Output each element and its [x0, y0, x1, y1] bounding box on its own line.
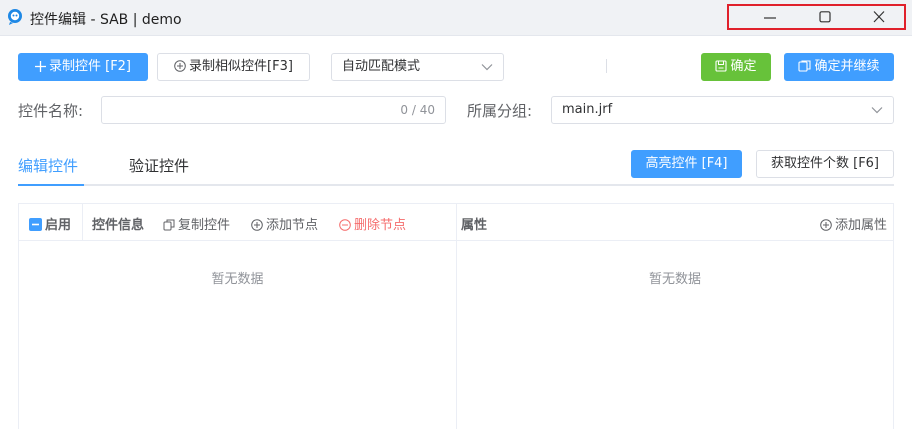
right-empty-text: 暂无数据 [648, 272, 701, 287]
copy-control-label: 复制控件 [178, 218, 231, 233]
maximize-icon [819, 11, 831, 23]
highlight-control-button[interactable]: 高亮控件 [F4] [631, 150, 742, 178]
maximize-button[interactable] [797, 6, 855, 28]
header-divider [82, 204, 83, 240]
tab-verify-control[interactable]: 验证控件 [129, 155, 189, 176]
copy-save-icon [798, 60, 812, 72]
delete-node-button[interactable]: 删除节点 [339, 214, 406, 233]
chevron-down-icon [481, 64, 493, 71]
record-similar-button[interactable]: 录制相似控件[F3] [157, 53, 310, 81]
chevron-down-icon [871, 107, 883, 114]
attributes-title: 属性 [461, 218, 488, 233]
record-similar-label: 录制相似控件[F3] [189, 59, 293, 74]
add-node-button[interactable]: 添加节点 [251, 214, 318, 233]
get-control-count-button[interactable]: 获取控件个数 [F6] [756, 150, 894, 178]
tab-edit-control[interactable]: 编辑控件 [18, 155, 78, 176]
group-select[interactable]: main.jrf [551, 96, 894, 124]
control-info-header: 启用 控件信息 复制控件 添加节点 删除节点 [19, 204, 456, 241]
tab-active-indicator [18, 184, 84, 186]
app-logo-icon [8, 9, 22, 25]
attributes-panel: 属性 添加属性 暂无数据 [456, 203, 894, 429]
group-value: main.jrf [562, 102, 613, 117]
minus-circle-icon [339, 219, 351, 231]
title-bar: 控件编辑 - SAB | demo [0, 0, 912, 36]
copy-icon [163, 219, 175, 231]
control-name-label: 控件名称: [18, 102, 84, 120]
left-empty-text: 暂无数据 [211, 272, 264, 287]
match-mode-select[interactable]: 自动匹配模式 [331, 53, 504, 81]
attributes-header: 属性 添加属性 [457, 204, 893, 241]
toolbar-divider [606, 59, 607, 73]
enable-label: 启用 [45, 218, 72, 233]
minimize-icon [764, 17, 776, 19]
copy-control-button[interactable]: 复制控件 [163, 214, 230, 233]
control-info-title: 控件信息 [92, 218, 145, 233]
close-icon [873, 11, 885, 23]
record-control-button[interactable]: 录制控件 [F2] [18, 53, 148, 81]
highlight-control-label: 高亮控件 [F4] [645, 156, 728, 171]
tab-divider [18, 184, 894, 186]
group-label: 所属分组: [467, 102, 533, 120]
record-control-label: 录制控件 [F2] [48, 59, 132, 74]
plus-icon [34, 61, 46, 72]
plus-circle-icon [174, 60, 186, 72]
save-icon [715, 60, 728, 72]
confirm-continue-label: 确定并继续 [814, 59, 880, 74]
minimize-button[interactable] [742, 6, 800, 28]
confirm-label: 确定 [730, 59, 757, 74]
control-info-panel: 启用 控件信息 复制控件 添加节点 删除节点 暂无数据 [18, 203, 457, 429]
enable-checkbox[interactable]: 启用 [29, 214, 71, 233]
window-title: 控件编辑 - SAB | demo [30, 12, 182, 28]
confirm-button[interactable]: 确定 [701, 53, 771, 81]
window-controls [727, 4, 906, 30]
add-attribute-button[interactable]: 添加属性 [820, 214, 887, 233]
control-name-input[interactable]: 0 / 40 [101, 96, 446, 124]
match-mode-value: 自动匹配模式 [342, 59, 421, 74]
add-attribute-label: 添加属性 [834, 218, 887, 233]
plus-circle-icon [251, 219, 263, 231]
get-control-count-label: 获取控件个数 [F6] [770, 156, 880, 171]
confirm-continue-button[interactable]: 确定并继续 [784, 53, 894, 81]
close-button[interactable] [851, 6, 909, 28]
plus-circle-icon [820, 219, 832, 231]
delete-node-label: 删除节点 [354, 218, 407, 233]
add-node-label: 添加节点 [266, 218, 319, 233]
char-counter: 0 / 40 [400, 103, 435, 117]
checkbox-checked-icon [29, 218, 42, 231]
